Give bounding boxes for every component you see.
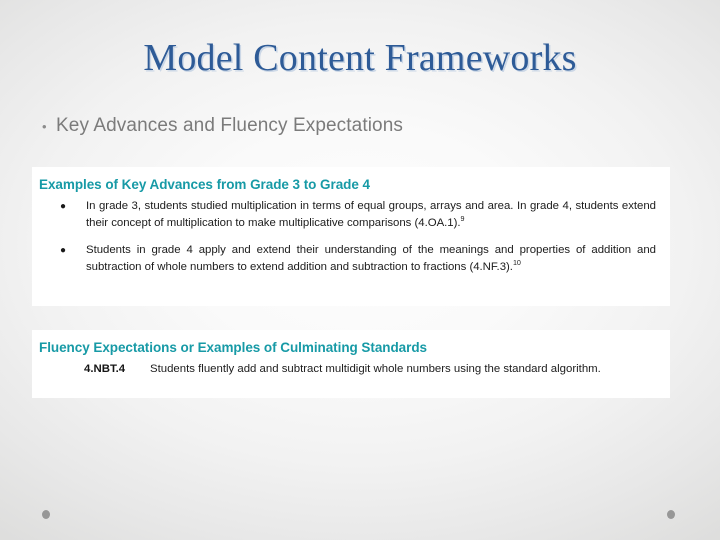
list-item-text: Students in grade 4 apply and extend the… (86, 244, 656, 273)
list-item: ● In grade 3, students studied multiplic… (36, 198, 660, 232)
key-advances-panel: Examples of Key Advances from Grade 3 to… (32, 167, 670, 306)
key-advances-list: ● In grade 3, students studied multiplic… (36, 198, 660, 276)
list-bullet-icon: ● (60, 201, 67, 212)
page-title: Model Content Frameworks (143, 37, 577, 79)
bullet-icon: • (42, 119, 47, 134)
fluency-expectations-heading: Fluency Expectations or Examples of Culm… (39, 340, 427, 355)
standard-code: 4.NBT.4 (84, 363, 126, 375)
list-bullet-icon: ● (60, 245, 67, 256)
footnote-marker: 10 (512, 258, 521, 267)
standard-row: 4.NBT.4 Students fluently add and subtra… (36, 361, 660, 378)
list-item-text: In grade 3, students studied multiplicat… (86, 200, 656, 229)
list-item-body: Students in grade 4 apply and extend the… (86, 242, 660, 276)
footnote-marker: 9 (460, 214, 465, 223)
key-advances-heading: Examples of Key Advances from Grade 3 to… (39, 177, 370, 192)
outline-item-label: Key Advances and Fluency Expectations (56, 115, 403, 136)
fluency-expectations-panel: Fluency Expectations or Examples of Culm… (32, 330, 670, 398)
decorative-dot-left (42, 510, 50, 519)
list-item-body: In grade 3, students studied multiplicat… (86, 198, 660, 232)
list-item: ● Students in grade 4 apply and extend t… (36, 242, 660, 276)
standard-description: Students fluently add and subtract multi… (150, 363, 601, 375)
outline-bullet-line: • Key Advances and Fluency Expectations (42, 113, 403, 140)
decorative-dot-right (667, 510, 675, 519)
slide: Model Content Frameworks • Key Advances … (0, 0, 720, 540)
